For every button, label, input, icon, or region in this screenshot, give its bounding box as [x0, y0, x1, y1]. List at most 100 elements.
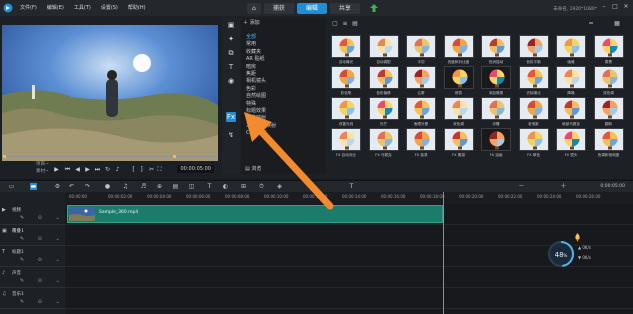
filter-thumbnail[interactable]: 翻转 — [593, 97, 624, 127]
filter-thumbnail[interactable]: 云雾 — [406, 66, 436, 96]
path-icon[interactable]: ↯ — [226, 130, 236, 140]
tab-edit[interactable]: 编辑 — [296, 3, 327, 14]
filter-thumbnail[interactable]: 平坦 — [406, 35, 436, 65]
filter-thumbnail[interactable]: FX 漩涡 — [406, 128, 436, 158]
filter-thumbnail[interactable]: 局部马赛克 — [556, 97, 586, 127]
voice-lane[interactable] — [65, 267, 633, 288]
end-button[interactable]: ⏭ — [94, 166, 101, 173]
video-lane[interactable]: Sample_360.mp4 — [65, 204, 633, 225]
filter-thumbnail[interactable]: 降噪 — [556, 66, 586, 96]
title-track-header[interactable]: T 标题1 ✎ ⊙ ⌄ — [0, 246, 65, 267]
storyboard-view-icon[interactable]: ▭ — [8, 183, 15, 190]
category-item[interactable]: 相机镜头 — [243, 78, 323, 85]
split-clip-button[interactable]: ✂ — [148, 166, 155, 173]
browse-button[interactable]: ▤ 浏览 — [245, 165, 261, 172]
grid-view-icon[interactable]: ▦ — [613, 20, 621, 28]
media-icon[interactable]: ▣ — [226, 20, 236, 30]
project-mode-label[interactable]: 项目~ — [36, 161, 49, 167]
menu-item[interactable]: 工具(T) — [74, 4, 91, 11]
minimize-icon[interactable]: – — [600, 3, 608, 11]
category-item[interactable]: 特殊 — [243, 101, 323, 108]
track-controls[interactable]: ✎ ⊙ ⌄ — [20, 278, 66, 284]
sort-icon[interactable]: ≡ — [341, 20, 349, 28]
zoom-slider[interactable]: ━ — [587, 20, 595, 28]
video-clip[interactable]: Sample_360.mp4 — [67, 205, 443, 223]
voice-track-header[interactable]: ♪ 声音 ✎ ⊙ ⌄ — [0, 267, 65, 288]
filter-thumbnail[interactable]: 老电影 — [518, 97, 549, 127]
sound-mixer-icon[interactable]: ♫ — [122, 183, 129, 190]
subtitle-editor-icon[interactable]: ▤ — [172, 183, 179, 190]
menu-item[interactable]: 设置(S) — [101, 4, 118, 11]
video-preview[interactable] — [2, 25, 218, 161]
filter-thumbnail[interactable]: 双色调 — [593, 66, 624, 96]
filter-thumbnail[interactable]: 自动曝光 — [331, 35, 361, 65]
playhead[interactable] — [443, 192, 444, 314]
filter-thumbnail[interactable]: 亮度和对比度 — [443, 35, 474, 65]
filter-thumbnail[interactable]: 色彩平衡 — [518, 35, 549, 65]
zoom-in-icon[interactable]: ＋ — [560, 183, 567, 190]
split-screen-icon[interactable]: ⊞ — [240, 183, 247, 190]
title-icon[interactable]: T — [226, 62, 236, 72]
music-track-header[interactable]: ♫ 音乐1 ✎ ⊙ ⌄ — [0, 288, 65, 309]
filter-thumbnail[interactable]: FX 镜头 — [556, 128, 586, 158]
filter-thumbnail[interactable]: 自动调配 — [368, 35, 399, 65]
filter-thumbnail[interactable]: 添加暗角 — [481, 66, 511, 96]
video-track-header[interactable]: ▶ 视频 ✎ ⊙ ⌄ — [0, 204, 65, 225]
mark-in-button[interactable]: [ — [130, 166, 137, 173]
clip-mode-label[interactable]: 素材~ — [36, 168, 49, 174]
filter-thumbnail[interactable]: 彩色笔 — [331, 66, 361, 96]
track-controls[interactable]: ✎ ⊙ ⌄ — [20, 236, 66, 242]
filter-thumbnail[interactable]: 双色调 — [443, 97, 474, 127]
track-controls[interactable]: ✎ ⊙ ⌄ — [20, 257, 66, 263]
auto-music-icon[interactable]: ♬ — [140, 183, 147, 190]
filter-thumbnail[interactable]: FX 素描 — [443, 128, 474, 158]
filter-thumbnail[interactable]: 抵消摇动 — [481, 35, 511, 65]
filter-thumbnail[interactable]: FX 单色 — [518, 128, 549, 158]
filter-thumbnail[interactable]: 浮雕 — [481, 97, 511, 127]
transition-icon[interactable]: ⧉ — [226, 48, 236, 58]
view-icon[interactable]: ▤ — [351, 20, 359, 28]
text-title-icon[interactable]: T — [348, 183, 355, 190]
category-item[interactable]: AR 贴纸 — [243, 56, 323, 63]
add-category[interactable]: ＋ 添加 — [243, 19, 323, 28]
play-button[interactable]: ▶ — [53, 166, 60, 173]
filter-thumbnail[interactable]: FX 马赛克 — [368, 128, 399, 158]
filter-thumbnail[interactable]: 光芒 — [368, 97, 399, 127]
upload-icon[interactable] — [370, 4, 378, 12]
folder-icon[interactable]: ▢ — [331, 20, 339, 28]
tab-share[interactable]: 共享 — [329, 3, 360, 14]
color-icon[interactable]: ◈ — [276, 183, 283, 190]
filter-thumbnail[interactable]: 去除噪点 — [518, 66, 549, 96]
filter-thumbnail[interactable]: 色彩偏移 — [368, 66, 399, 96]
graphic-icon[interactable]: ◉ — [226, 76, 236, 86]
filter-thumbnail[interactable]: 修剪 — [443, 66, 474, 96]
filter-thumbnail[interactable]: 鱼眼光晕 — [406, 97, 436, 127]
timeline-timecode[interactable]: 0:00:05:00 — [600, 184, 625, 189]
redo-icon[interactable]: ↷ — [84, 183, 91, 190]
record-icon[interactable]: ● — [104, 183, 111, 190]
multi-camera-icon[interactable]: ◫ — [188, 183, 195, 190]
filter-thumbnail[interactable]: 幽雅 — [556, 35, 586, 65]
rocket-icon[interactable] — [573, 233, 582, 242]
menu-item[interactable]: 编辑(E) — [47, 4, 64, 11]
3d-title-icon[interactable]: T — [206, 183, 213, 190]
track-controls[interactable]: ✎ ⊙ ⌄ — [20, 299, 66, 305]
category-item[interactable]: 二维映射 — [243, 115, 323, 122]
fullscreen-button[interactable]: ⛶ — [156, 166, 163, 173]
player-timecode[interactable]: 00:00:05:00 — [177, 165, 214, 173]
track-controls[interactable]: ✎ ⊙ ⌄ — [20, 215, 66, 221]
home-button[interactable]: ⏮ — [64, 166, 71, 173]
filter-thumbnail[interactable]: 色调和饱和度 — [593, 128, 624, 158]
tab-capture[interactable]: 捕获 — [263, 3, 294, 14]
overlay-track-header[interactable]: ▣ 覆叠1 ✎ ⊙ ⌄ — [0, 225, 65, 246]
category-item[interactable]: 自然绘图 — [243, 93, 323, 100]
instant-project-icon[interactable]: ✦ — [226, 34, 236, 44]
track-manager-icon[interactable]: ⚙ — [54, 183, 61, 190]
menu-item[interactable]: 帮助(H) — [128, 4, 146, 11]
filter-thumbnail[interactable]: 雾黑 — [593, 35, 624, 65]
fx-filter-icon[interactable]: Fx — [226, 112, 236, 122]
menu-item[interactable]: 文件(F) — [20, 4, 37, 11]
timeline-view-icon[interactable]: ▬ — [30, 183, 37, 190]
maximize-icon[interactable]: □ — [611, 3, 619, 11]
filter-thumbnail[interactable]: 改善光线 — [331, 97, 361, 127]
